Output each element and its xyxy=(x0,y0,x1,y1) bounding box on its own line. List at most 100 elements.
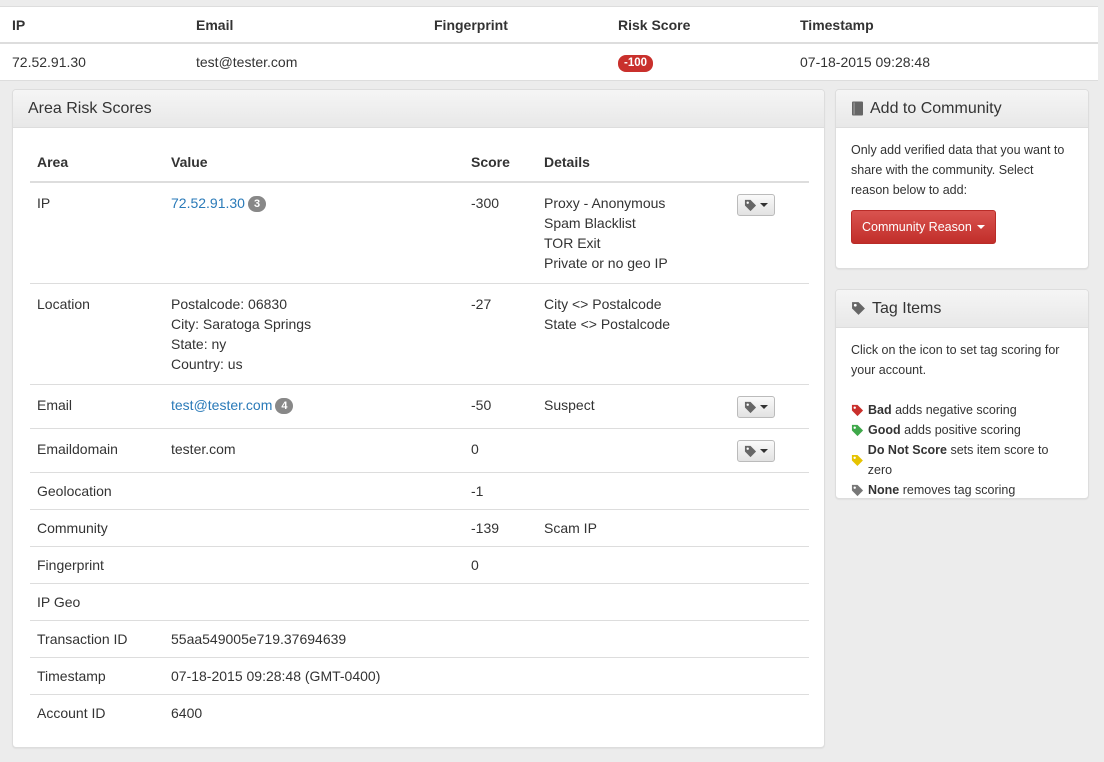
area-value: tester.com xyxy=(171,441,236,457)
header-fingerprint: Fingerprint xyxy=(434,16,508,33)
panel-title: Add to Community xyxy=(870,99,1002,117)
header-value: Value xyxy=(171,154,208,170)
area-score: -139 xyxy=(471,520,500,536)
area-score: 0 xyxy=(471,441,479,457)
area-label: Community xyxy=(37,520,108,536)
green-tag-icon xyxy=(851,424,864,436)
ip-link[interactable]: 72.52.91.30 xyxy=(171,195,245,211)
caret-down-icon xyxy=(760,405,768,409)
table-row: Timestamp 07-18-2015 09:28:48 (GMT-0400) xyxy=(30,657,809,694)
area-value: 55aa549005e719.37694639 xyxy=(171,631,347,647)
tag-items-panel: Tag Items Click on the icon to set tag s… xyxy=(835,289,1089,499)
table-row: Geolocation -1 xyxy=(30,472,809,509)
detail-text: Scam IP xyxy=(544,520,597,536)
legend-name: Bad xyxy=(868,403,892,417)
header-details: Details xyxy=(544,154,590,170)
table-row: Account ID 6400 xyxy=(30,694,809,731)
location-line: Postalcode: 06830 xyxy=(171,296,287,312)
cell-timestamp: 07-18-2015 09:28:48 xyxy=(800,54,930,70)
caret-down-icon xyxy=(760,203,768,207)
count-badge: 3 xyxy=(247,196,267,212)
tag-icon xyxy=(744,199,757,211)
area-score: 0 xyxy=(471,557,479,573)
area-label: Location xyxy=(37,296,90,312)
results-table: IP Email Fingerprint Risk Score Timestam… xyxy=(0,6,1098,81)
detail-text: TOR Exit xyxy=(544,235,601,251)
area-label: Emaildomain xyxy=(37,441,118,457)
area-table: Area Value Score Details IP 72.52.91.30 3… xyxy=(30,144,809,731)
risk-score-badge: -100 xyxy=(618,54,654,72)
location-line: State: ny xyxy=(171,336,227,352)
area-score: -300 xyxy=(471,195,500,211)
area-value: 07-18-2015 09:28:48 (GMT-0400) xyxy=(171,668,381,684)
results-table-header: IP Email Fingerprint Risk Score Timestam… xyxy=(0,7,1098,44)
area-value: 6400 xyxy=(171,705,203,721)
count-badge: 4 xyxy=(275,398,294,414)
panel-heading: Add to Community xyxy=(836,90,1088,128)
tag-dropdown-button[interactable] xyxy=(737,440,775,462)
detail-text: State <> Postalcode xyxy=(544,316,671,332)
cell-ip: 72.52.91.30 xyxy=(12,54,86,70)
header-risk-score: Risk Score xyxy=(618,16,691,33)
table-row: Community -139 Scam IP xyxy=(30,509,809,546)
header-ip: IP xyxy=(12,16,26,33)
area-label: IP xyxy=(37,195,51,211)
community-reason-label: Community Reason xyxy=(862,220,972,234)
area-label: Account ID xyxy=(37,705,106,721)
detail-text: Proxy - Anonymous xyxy=(544,195,666,211)
tag-icon xyxy=(744,401,757,413)
red-tag-icon xyxy=(851,404,864,416)
cell-email: test@tester.com xyxy=(196,54,298,70)
detail-text: City <> Postalcode xyxy=(544,296,662,312)
community-description: Only add verified data that you want to … xyxy=(851,143,1065,197)
tag-dropdown-button[interactable] xyxy=(737,194,775,216)
legend-name: Good xyxy=(868,423,901,437)
location-line: City: Saratoga Springs xyxy=(171,316,312,332)
table-row: 72.52.91.30 test@tester.com -100 07-18-2… xyxy=(0,44,1098,81)
legend-text: adds negative scoring xyxy=(895,403,1017,417)
email-link[interactable]: test@tester.com xyxy=(171,397,272,413)
panel-title: Area Risk Scores xyxy=(28,99,152,117)
area-label: Email xyxy=(37,397,73,413)
panel-title: Tag Items xyxy=(872,299,942,317)
tag-icon xyxy=(851,301,866,316)
tag-icon xyxy=(744,445,757,457)
legend-item-none: None removes tag scoring xyxy=(851,480,1073,500)
book-icon xyxy=(851,101,864,116)
legend-item-bad: Bad adds negative scoring xyxy=(851,400,1073,420)
community-reason-button[interactable]: Community Reason xyxy=(851,210,996,244)
header-email: Email xyxy=(196,16,234,33)
legend-item-good: Good adds positive scoring xyxy=(851,420,1073,440)
legend-text: removes tag scoring xyxy=(902,483,1016,497)
legend-text: adds positive scoring xyxy=(904,423,1021,437)
table-row: Email test@tester.com 4 -50 Suspect xyxy=(30,384,809,428)
detail-text: Private or no geo IP xyxy=(544,255,668,271)
table-row: Fingerprint 0 xyxy=(30,546,809,583)
area-label: Transaction ID xyxy=(37,631,128,647)
legend-item-do-not-score: Do Not Score sets item score to zero xyxy=(851,440,1073,480)
area-score: -27 xyxy=(471,296,492,312)
area-score: -50 xyxy=(471,397,492,413)
area-label: IP Geo xyxy=(37,594,81,610)
detail-text: Suspect xyxy=(544,397,595,413)
table-row: Transaction ID 55aa549005e719.37694639 xyxy=(30,620,809,657)
location-line: Country: us xyxy=(171,356,243,372)
tag-description: Click on the icon to set tag scoring for… xyxy=(851,343,1060,377)
header-timestamp: Timestamp xyxy=(800,16,874,33)
header-area: Area xyxy=(37,154,69,170)
caret-down-icon xyxy=(760,449,768,453)
gray-tag-icon xyxy=(851,484,864,496)
table-row: Emaildomain tester.com 0 xyxy=(30,428,809,472)
add-to-community-panel: Add to Community Only add verified data … xyxy=(835,89,1089,269)
area-label: Timestamp xyxy=(37,668,106,684)
header-score: Score xyxy=(471,154,510,170)
caret-down-icon xyxy=(976,225,985,229)
tag-dropdown-button[interactable] xyxy=(737,396,775,418)
legend-name: Do Not Score xyxy=(867,443,947,457)
area-score: -1 xyxy=(471,483,484,499)
area-table-header: Area Value Score Details xyxy=(30,144,809,183)
table-row: Location Postalcode: 06830 City: Saratog… xyxy=(30,283,809,384)
panel-heading: Area Risk Scores xyxy=(13,90,824,128)
table-row: IP 72.52.91.30 3 -300 Proxy - Anonymous S… xyxy=(30,183,809,283)
area-label: Geolocation xyxy=(37,483,112,499)
